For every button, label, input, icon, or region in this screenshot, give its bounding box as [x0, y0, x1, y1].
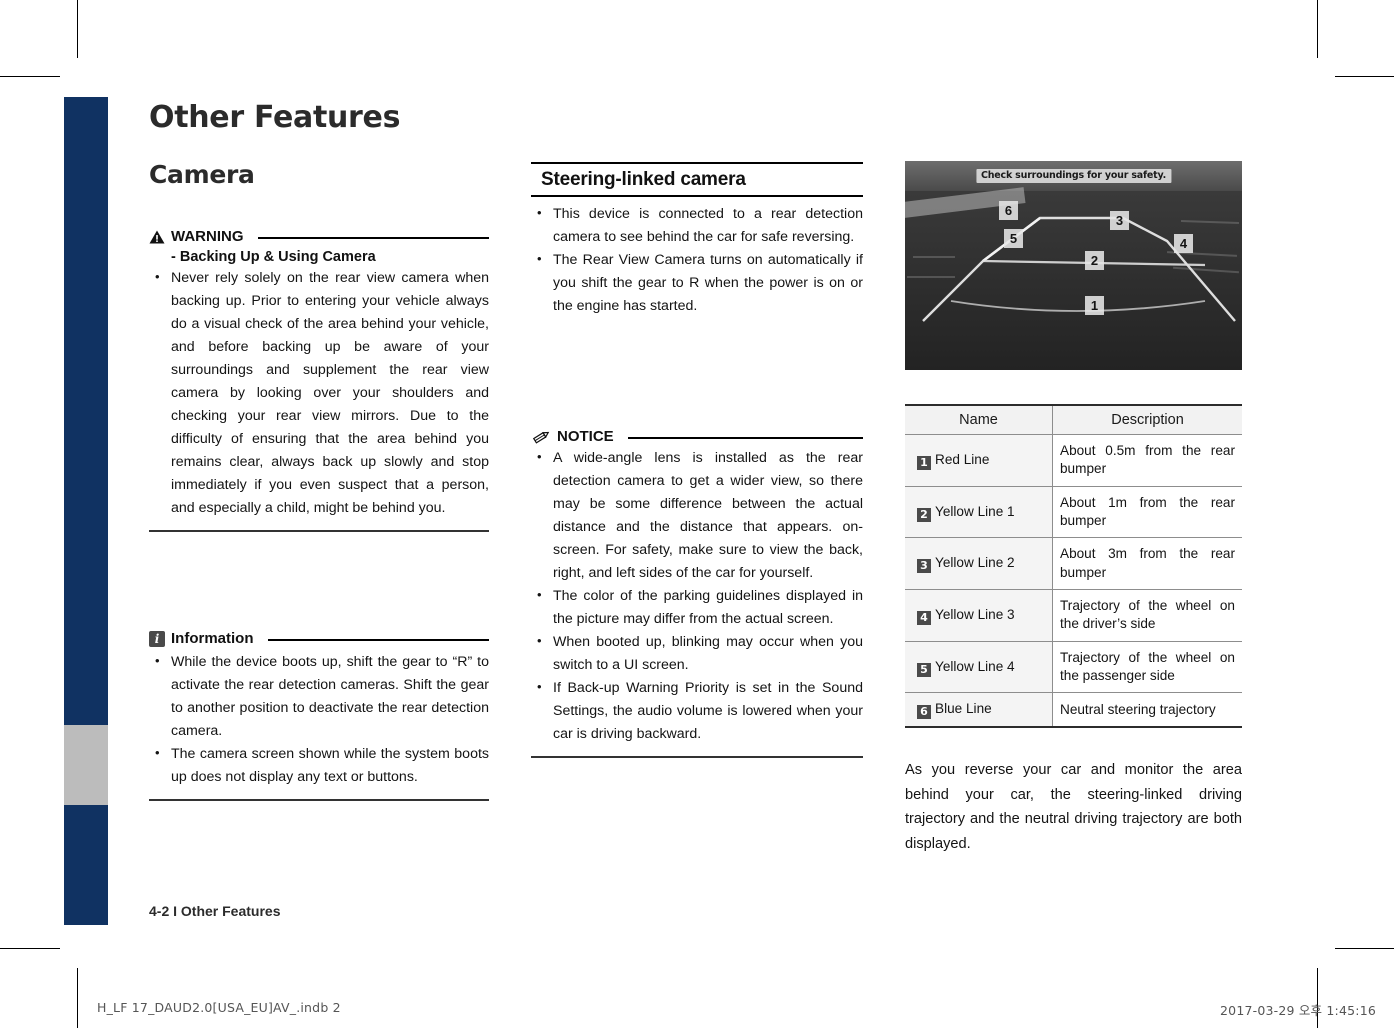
- cell-name: 3 Yellow Line 2: [905, 537, 1053, 591]
- camera-callout-5: 5: [1004, 229, 1023, 248]
- information-box: i Information While the device boots up,…: [149, 630, 489, 801]
- table-row: 5 Yellow Line 4 Trajectory of the wheel o…: [905, 641, 1242, 694]
- steering-heading-bottom-rule: [531, 195, 863, 197]
- manual-page: Other Features Camera WARNING - Backing …: [0, 0, 1394, 1028]
- cell-name: 6 Blue Line: [905, 692, 1053, 729]
- list-item: This device is connected to a rear detec…: [531, 202, 863, 249]
- page-title: Other Features: [149, 100, 401, 135]
- row-name-label: Yellow Line 3: [935, 606, 1015, 622]
- list-item: When booted up, blinking may occur when …: [531, 630, 863, 677]
- row-number-badge: 3: [917, 559, 931, 574]
- table-row: 6 Blue Line Neutral steering trajectory: [905, 692, 1242, 729]
- table-head: Name Description: [905, 404, 1242, 435]
- warning-bottom-rule: [149, 530, 489, 532]
- notice-box: NOTICE A wide-angle lens is installed as…: [531, 428, 863, 758]
- row-number-badge: 4: [917, 610, 931, 625]
- rear-camera-screenshot: Check surroundings for your safety. 1 2 …: [905, 161, 1242, 370]
- pencil-icon: [531, 429, 551, 445]
- information-list: While the device boots up, shift the gea…: [149, 650, 489, 789]
- guideline-table: Name Description 1 Red Line About 0.5m fr…: [905, 404, 1242, 729]
- warning-header: WARNING: [149, 228, 489, 245]
- table-row: 4 Yellow Line 3 Trajectory of the wheel o…: [905, 589, 1242, 642]
- row-number-badge: 2: [917, 507, 931, 522]
- row-name-label: Red Line: [935, 451, 990, 467]
- cell-description: Trajectory of the wheel on the driver’s …: [1052, 589, 1242, 642]
- section-title: Camera: [149, 160, 255, 189]
- cell-description: Trajectory of the wheel on the passenger…: [1052, 641, 1242, 694]
- camera-callout-3: 3: [1110, 211, 1129, 230]
- cell-name: 1 Red Line: [905, 434, 1053, 487]
- table-header-row: Name Description: [905, 404, 1242, 435]
- steering-linked-list: This device is connected to a rear detec…: [531, 202, 863, 318]
- row-number-badge: 5: [917, 662, 931, 677]
- list-item: The camera screen shown while the system…: [149, 742, 489, 789]
- information-icon-glyph: i: [149, 630, 165, 647]
- warning-box: WARNING - Backing Up & Using Camera Neve…: [149, 228, 489, 532]
- cell-description: About 1m from the rear bumper: [1052, 486, 1242, 539]
- row-number-badge: 1: [917, 455, 931, 470]
- information-bottom-rule: [149, 799, 489, 801]
- information-header: i Information: [149, 630, 489, 647]
- camera-callout-4: 4: [1174, 234, 1193, 253]
- steering-linked-heading: Steering-linked camera: [541, 169, 746, 190]
- list-item: Never rely solely on the rear view camer…: [149, 266, 489, 520]
- closing-paragraph: As you reverse your car and monitor the …: [905, 762, 1242, 852]
- list-item: The color of the parking guidelines disp…: [531, 584, 863, 631]
- notice-header: NOTICE: [531, 428, 863, 445]
- row-name-label: Yellow Line 4: [935, 658, 1015, 674]
- cell-description: About 0.5m from the rear bumper: [1052, 434, 1242, 487]
- row-name-label: Yellow Line 1: [935, 503, 1015, 519]
- notice-header-rule: [627, 437, 863, 439]
- parking-guideline-overlay: [922, 216, 1236, 322]
- warning-list: Never rely solely on the rear view camer…: [149, 266, 489, 520]
- notice-label: NOTICE: [557, 428, 614, 445]
- cell-name: 5 Yellow Line 4: [905, 641, 1053, 694]
- steering-linked-heading-block: Steering-linked camera: [531, 162, 863, 197]
- notice-list: A wide-angle lens is installed as the re…: [531, 446, 863, 746]
- table-row: 1 Red Line About 0.5m from the rear bumpe…: [905, 434, 1242, 487]
- information-header-rule: [267, 639, 489, 641]
- cell-description: About 3m from the rear bumper: [1052, 537, 1242, 591]
- row-number-badge: 6: [917, 705, 931, 720]
- column-header-description: Description: [1052, 404, 1242, 435]
- table-body: 1 Red Line About 0.5m from the rear bumpe…: [905, 434, 1242, 729]
- cell-name: 2 Yellow Line 1: [905, 486, 1053, 539]
- cell-description: Neutral steering trajectory: [1052, 692, 1242, 729]
- list-item: The Rear View Camera turns on automatica…: [531, 248, 863, 318]
- warning-subtitle: - Backing Up & Using Camera: [171, 249, 376, 265]
- footer-timestamp: 2017-03-29 오후 1:45:16: [1220, 1003, 1376, 1018]
- page-folio: 4-2 I Other Features: [149, 903, 281, 919]
- column-header-name: Name: [905, 404, 1053, 435]
- camera-callout-2: 2: [1085, 251, 1104, 270]
- list-item: If Back-up Warning Priority is set in th…: [531, 676, 863, 746]
- camera-callout-6: 6: [999, 201, 1018, 220]
- warning-label: WARNING: [171, 228, 244, 245]
- notice-bottom-rule: [531, 756, 863, 758]
- table-row: 2 Yellow Line 1 About 1m from the rear bu…: [905, 486, 1242, 539]
- list-item: While the device boots up, shift the gea…: [149, 650, 489, 743]
- camera-callout-1: 1: [1085, 296, 1104, 315]
- warning-triangle-icon: [149, 230, 165, 244]
- list-item: A wide-angle lens is installed as the re…: [531, 446, 863, 585]
- table-row: 3 Yellow Line 2 About 3m from the rear bu…: [905, 537, 1242, 591]
- footer-filename: H_LF 17_DAUD2.0[USA_EU]AV_.indb 2: [97, 1000, 341, 1015]
- cell-name: 4 Yellow Line 3: [905, 589, 1053, 642]
- information-icon: i: [149, 630, 165, 647]
- row-name-label: Blue Line: [935, 701, 992, 717]
- row-name-label: Yellow Line 2: [935, 555, 1015, 571]
- information-label: Information: [171, 630, 254, 647]
- warning-header-rule: [257, 237, 489, 239]
